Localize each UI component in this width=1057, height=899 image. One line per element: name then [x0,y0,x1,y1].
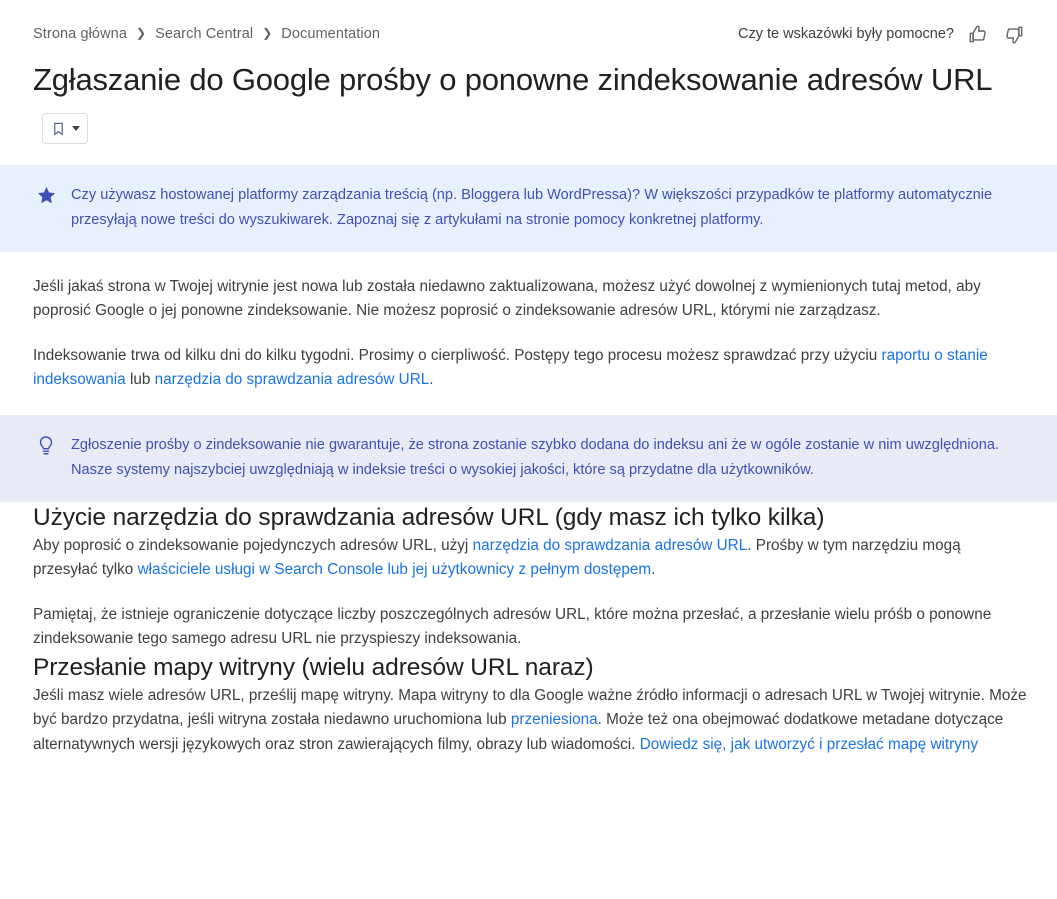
breadcrumb-separator-icon: ❯ [262,26,273,40]
link-build-and-submit-sitemap[interactable]: Dowiedz się, jak utworzyć i przesłać map… [640,736,978,753]
thumb-down-icon[interactable] [1002,23,1024,45]
breadcrumb-item-documentation[interactable]: Documentation [281,26,380,42]
callout-tip: Zgłoszenie prośby o zindeksowanie nie gw… [0,414,1057,502]
section-heading-sitemap: Przesłanie mapy witryny (wielu adresów U… [33,653,594,681]
page-title-text: Zgłaszanie do Google prośby o ponowne zi… [33,62,993,97]
section-2-paragraph-1: Jeśli masz wiele adresów URL, prześlij m… [33,684,1027,758]
page-title-area: Zgłaszanie do Google prośby o ponowne zi… [0,49,1057,144]
link-url-inspection-tool[interactable]: narzędzia do sprawdzania adresów URL [473,537,748,554]
bookmark-icon [51,107,66,149]
intro-content: Jeśli jakaś strona w Twojej witrynie jes… [0,275,1057,393]
callout-tip-text: Zgłoszenie prośby o zindeksowanie nie gw… [71,436,1000,478]
section-1-p1-post: . [651,561,656,578]
section-1-paragraph-1: Aby poprosić o zindeksowanie pojedynczyc… [33,534,1027,583]
section-sitemap: Przesłanie mapy witryny (wielu adresów U… [0,652,1057,758]
breadcrumb-separator-icon: ❯ [136,26,147,40]
lightbulb-icon [33,433,59,457]
intro-paragraph-1: Jeśli jakaś strona w Twojej witrynie jes… [33,277,981,320]
intro-paragraph-2: Indeksowanie trwa od kilku dni do kilku … [33,344,1027,393]
intro-paragraph-2-post: . [429,371,434,388]
page-title: Zgłaszanie do Google prośby o ponowne zi… [33,59,997,144]
star-icon [33,183,59,206]
callout-note: Czy używasz hostowanej platformy zarządz… [0,164,1057,252]
callout-note-text: Czy używasz hostowanej platformy zarządz… [71,186,993,228]
link-search-console-owners[interactable]: właściciele usługi w Search Console lub … [138,561,652,578]
top-bar: Strona główna ❯ Search Central ❯ Documen… [0,0,1057,49]
breadcrumb-item-search-central[interactable]: Search Central [155,26,253,42]
link-url-inspection-tool[interactable]: narzędzia do sprawdzania adresów URL [155,371,430,388]
section-heading-url-inspection: Użycie narzędzia do sprawdzania adresów … [33,503,825,531]
breadcrumb: Strona główna ❯ Search Central ❯ Documen… [33,26,380,42]
bookmark-button[interactable] [42,112,88,144]
link-site-move[interactable]: przeniesiona [511,711,598,728]
section-1-p1-pre: Aby poprosić o zindeksowanie pojedynczyc… [33,536,473,554]
feedback-question-label: Czy te wskazówki były pomocne? [738,26,954,42]
chevron-down-icon [71,125,80,131]
feedback-widget: Czy te wskazówki były pomocne? [738,23,1033,45]
intro-paragraph-2-pre: Indeksowanie trwa od kilku dni do kilku … [33,346,882,364]
breadcrumb-item-home[interactable]: Strona główna [33,26,127,42]
section-url-inspection: Użycie narzędzia do sprawdzania adresów … [0,502,1057,652]
thumb-up-icon[interactable] [967,23,989,45]
section-1-paragraph-2: Pamiętaj, że istnieje ograniczenie dotyc… [33,605,992,648]
intro-paragraph-2-mid: lub [125,371,155,388]
